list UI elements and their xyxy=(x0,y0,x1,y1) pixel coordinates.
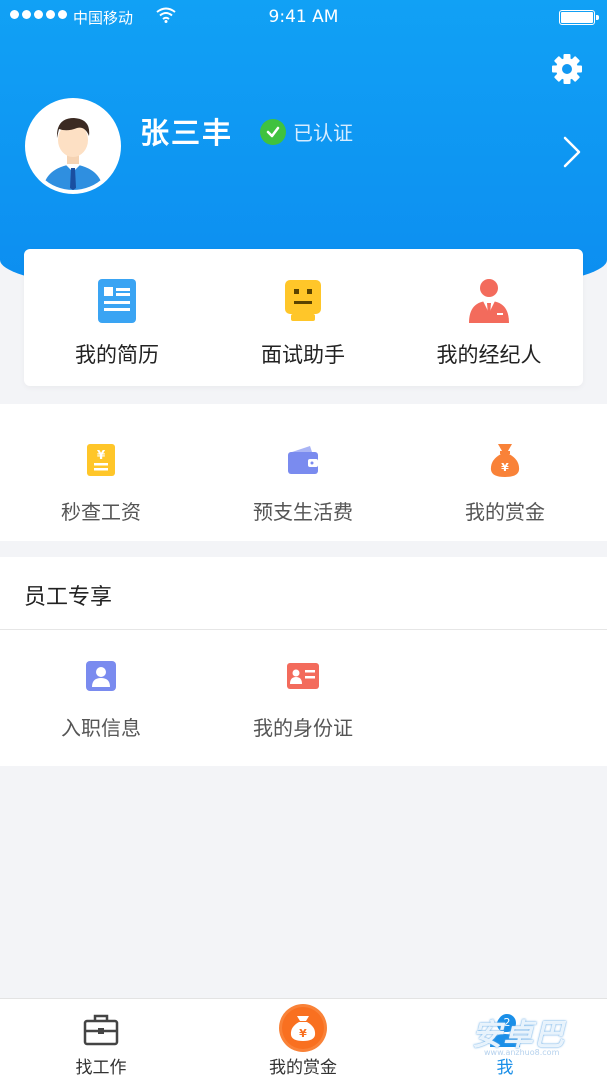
section-title: 员工专享 xyxy=(24,585,113,610)
tab-my-bounty[interactable]: ¥ 我的赏金 xyxy=(202,999,404,1080)
bounty-coin-icon: ¥ xyxy=(279,1004,327,1052)
wallet-icon xyxy=(288,446,318,474)
tab-label: 我的赏金 xyxy=(269,1058,337,1078)
briefcase-icon xyxy=(83,1014,119,1046)
finance-label: 我的赏金 xyxy=(465,500,545,524)
quick-action-label: 我的简历 xyxy=(75,343,159,367)
my-agent-button[interactable]: 我的经纪人 xyxy=(396,249,582,386)
check-circle-icon xyxy=(260,118,286,145)
agent-icon xyxy=(469,279,509,323)
advance-living-expenses-button[interactable]: 预支生活费 xyxy=(202,404,404,541)
salary-icon: ¥ xyxy=(87,444,115,476)
money-bag-icon: ¥ xyxy=(490,444,520,477)
status-bar: 中国移动 9:41 AM xyxy=(0,0,607,36)
watermark-url: www.anzhuo8.com xyxy=(484,1048,560,1057)
salary-query-button[interactable]: ¥ 秒查工资 xyxy=(0,404,202,541)
quick-action-label: 面试助手 xyxy=(261,343,345,367)
svg-text:¥: ¥ xyxy=(299,1027,307,1040)
finance-label: 秒查工资 xyxy=(61,500,141,524)
status-time: 9:41 AM xyxy=(268,7,339,27)
interview-assistant-button[interactable]: 面试助手 xyxy=(210,249,396,386)
user-avatar-icon xyxy=(29,102,117,190)
id-card-icon xyxy=(287,663,319,689)
tab-find-job[interactable]: 找工作 xyxy=(0,999,202,1080)
tab-label: 找工作 xyxy=(75,1058,127,1078)
interview-assistant-icon xyxy=(285,280,321,321)
onboarding-info-icon xyxy=(86,661,116,691)
verified-status: 已认证 xyxy=(260,117,353,146)
battery-icon xyxy=(559,10,599,25)
my-bounty-button[interactable]: ¥ 我的赏金 xyxy=(404,404,606,541)
user-name: 张三丰 xyxy=(140,116,234,150)
finance-label: 预支生活费 xyxy=(253,500,353,524)
svg-text:¥: ¥ xyxy=(501,461,509,474)
svg-text:¥: ¥ xyxy=(97,448,106,462)
chevron-right-icon[interactable] xyxy=(560,134,584,170)
quick-action-label: 我的经纪人 xyxy=(436,343,542,367)
my-resume-button[interactable]: 我的简历 xyxy=(24,249,210,386)
onboarding-info-button[interactable]: 入职信息 xyxy=(0,620,202,756)
quick-actions-card: 我的简历 面试助手 我的经纪人 xyxy=(24,249,583,386)
employee-exclusive-section: 员工专享 入职信息 我的身份证 xyxy=(0,557,607,766)
employee-item-label: 入职信息 xyxy=(61,716,141,740)
finance-section: ¥ 秒查工资 预支生活费 ¥ 我的赏金 xyxy=(0,404,607,541)
gear-icon[interactable] xyxy=(548,50,586,88)
verified-label: 已认证 xyxy=(293,121,353,145)
my-id-card-button[interactable]: 我的身份证 xyxy=(202,620,404,756)
employee-item-label: 我的身份证 xyxy=(253,716,353,740)
resume-icon xyxy=(98,279,136,323)
avatar[interactable] xyxy=(25,98,121,194)
